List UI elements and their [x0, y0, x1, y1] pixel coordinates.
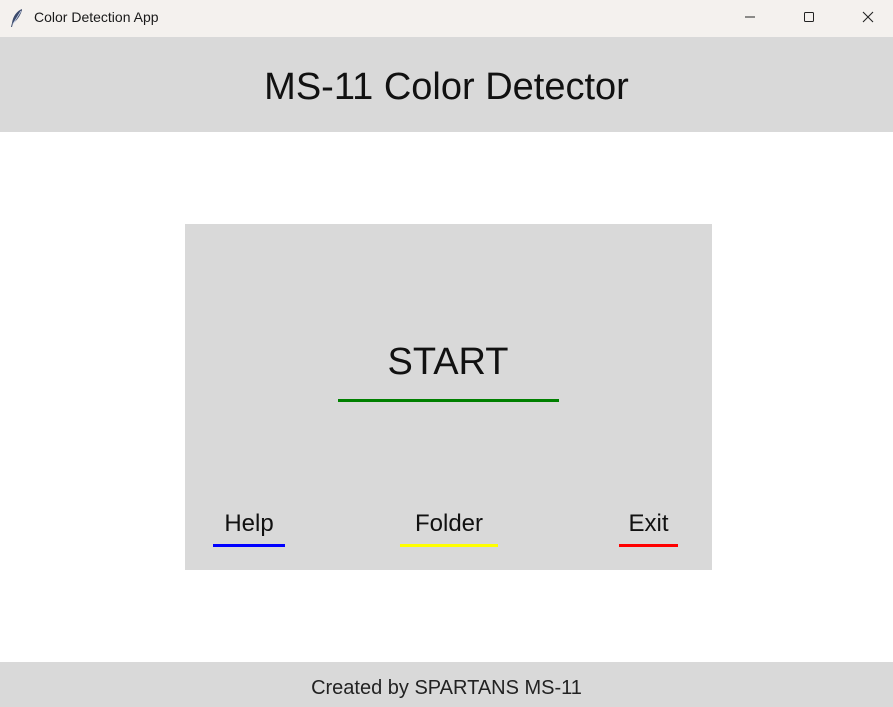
exit-button[interactable]: Exit	[619, 508, 678, 550]
folder-label: Folder	[414, 510, 484, 537]
folder-underline	[400, 544, 498, 547]
start-label: START	[387, 341, 509, 383]
close-button[interactable]	[839, 0, 893, 37]
window-title: Color Detection App	[34, 9, 159, 25]
main-panel: START Help Folder Exit	[185, 224, 712, 570]
maximize-button[interactable]	[780, 0, 838, 37]
exit-underline	[619, 544, 678, 547]
exit-label: Exit	[628, 510, 669, 537]
start-button[interactable]: START	[337, 336, 559, 404]
close-icon	[862, 10, 874, 28]
maximize-icon	[803, 10, 815, 28]
help-label: Help	[224, 510, 274, 537]
feather-icon	[9, 8, 25, 28]
minimize-icon	[744, 10, 756, 28]
help-button[interactable]: Help	[213, 508, 285, 550]
app-header: MS-11 Color Detector	[0, 37, 893, 132]
app-title: MS-11 Color Detector	[264, 66, 629, 108]
folder-button[interactable]: Folder	[400, 508, 498, 550]
start-underline	[338, 399, 559, 402]
help-underline	[213, 544, 285, 547]
footer-credit: Created by SPARTANS MS-11	[311, 677, 582, 699]
minimize-button[interactable]	[721, 0, 779, 37]
app-footer: Created by SPARTANS MS-11	[0, 662, 893, 707]
window-titlebar[interactable]: Color Detection App	[0, 0, 893, 37]
